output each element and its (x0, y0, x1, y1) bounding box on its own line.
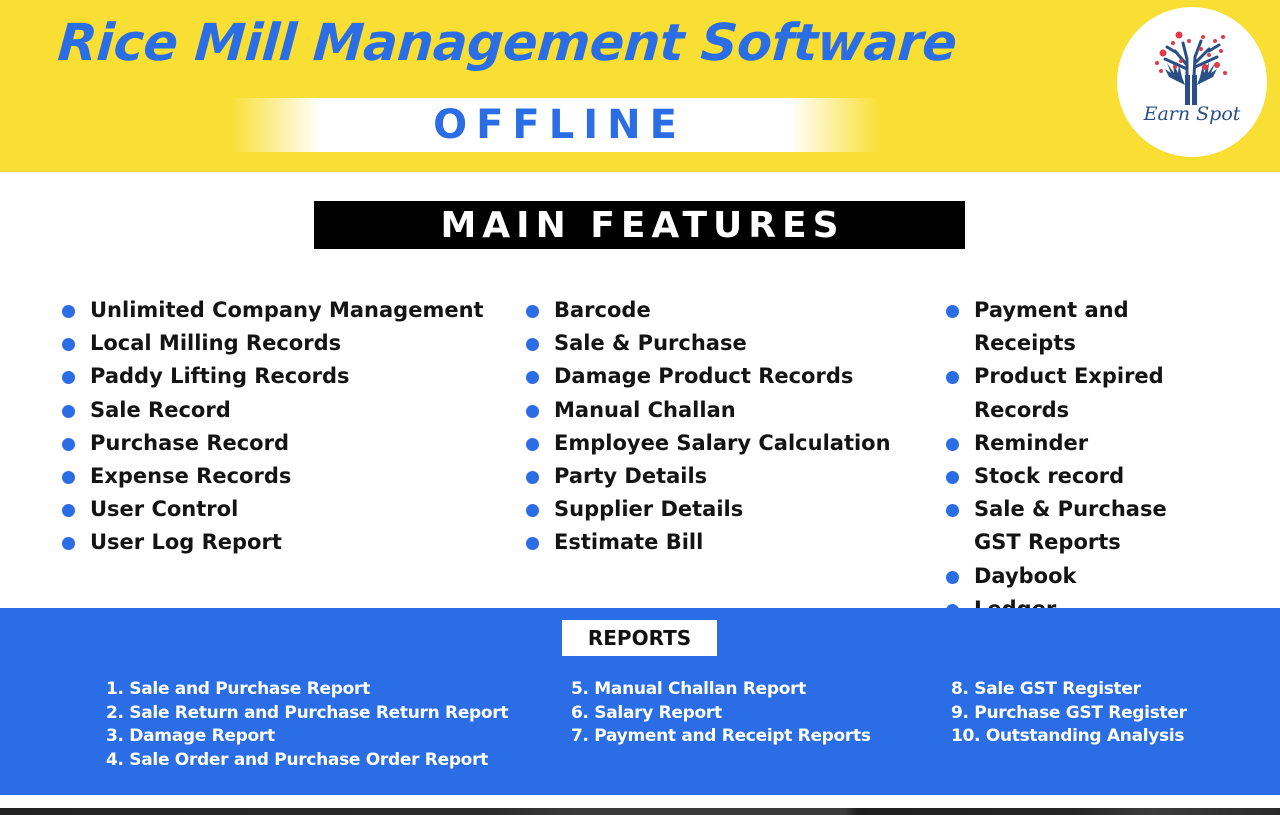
reports-column-1: 1. Sale and Purchase Report 2. Sale Retu… (106, 678, 509, 772)
bullet-icon (62, 504, 75, 518)
reports-column-2: 5. Manual Challan Report 6. Salary Repor… (571, 678, 871, 749)
report-item: 8. Sale GST Register (951, 679, 1141, 699)
bullet-icon (946, 305, 959, 318)
report-item: 1. Sale and Purchase Report (106, 679, 370, 699)
bullet-icon (62, 537, 75, 551)
feature-item: Party Details (524, 460, 891, 493)
feature-item: Daybook (944, 560, 1184, 593)
feature-item: Unlimited Company Management (60, 294, 484, 327)
feature-item: Damage Product Records (524, 360, 891, 393)
main-features-heading: MAIN FEATURES (314, 201, 965, 249)
bullet-icon (946, 504, 959, 518)
feature-item: Payment and Receipts (944, 294, 1184, 360)
bullet-icon (946, 437, 959, 451)
bullet-icon (62, 338, 75, 352)
bullet-icon (526, 305, 539, 318)
report-item: 2. Sale Return and Purchase Return Repor… (106, 702, 509, 723)
bullet-icon (526, 504, 539, 518)
header-banner: Rice Mill Management Software OFFLINE Ea… (0, 0, 1280, 172)
bullet-icon (526, 404, 539, 418)
offline-label: OFFLINE (433, 102, 686, 148)
bottom-edge-strip (0, 808, 1280, 815)
feature-item: Paddy Lifting Records (60, 360, 484, 393)
earn-spot-logo: Earn Spot (1117, 7, 1267, 157)
bullet-icon (946, 471, 959, 485)
feature-item: Employee Salary Calculation (524, 427, 891, 460)
feature-item: Stock record (944, 460, 1184, 493)
feature-item: Expense Records (60, 460, 484, 493)
bullet-icon (946, 371, 959, 385)
bullet-icon (526, 437, 539, 451)
features-column-1: Unlimited Company Management Local Milli… (60, 294, 484, 560)
bullet-icon (526, 371, 539, 385)
reports-column-3: 8. Sale GST Register 9. Purchase GST Reg… (951, 678, 1187, 749)
feature-item: Supplier Details (524, 493, 891, 526)
feature-item: User Log Report (60, 526, 484, 559)
feature-item: Sale & Purchase (524, 327, 891, 360)
offline-banner: OFFLINE (230, 98, 880, 152)
logo-text: Earn Spot (1143, 103, 1241, 125)
feature-item: Purchase Record (60, 427, 484, 460)
feature-item: Sale & Purchase GST Reports (944, 493, 1184, 559)
features-column-3: Payment and Receipts Product Expired Rec… (944, 294, 1244, 626)
report-item: 10. Outstanding Analysis (951, 726, 1185, 747)
bullet-icon (526, 338, 539, 352)
report-item: 5. Manual Challan Report (571, 679, 806, 699)
report-item: 7. Payment and Receipt Reports (571, 726, 871, 747)
feature-item: Manual Challan (524, 394, 891, 427)
report-item: 9. Purchase GST Register (951, 702, 1187, 723)
feature-item: User Control (60, 493, 484, 526)
main-features-title: MAIN FEATURES (440, 204, 845, 246)
feature-item: Estimate Bill (524, 526, 891, 559)
bullet-icon (946, 570, 959, 584)
bullet-icon (62, 471, 75, 485)
bullet-icon (526, 537, 539, 551)
report-item: 6. Salary Report (571, 702, 722, 723)
bullet-icon (62, 371, 75, 385)
report-item: 4. Sale Order and Purchase Order Report (106, 749, 488, 770)
feature-item: Reminder (944, 427, 1184, 460)
bullet-icon (62, 437, 75, 451)
tree-hands-logo-icon (1155, 31, 1227, 105)
feature-item: Local Milling Records (60, 327, 484, 360)
reports-title: REPORTS (587, 626, 692, 650)
feature-item: Barcode (524, 294, 891, 327)
feature-item: Product Expired Records (944, 360, 1184, 426)
reports-heading: REPORTS (562, 620, 717, 656)
bullet-icon (62, 305, 75, 318)
page-title: Rice Mill Management Software (55, 14, 959, 73)
bullet-icon (62, 404, 75, 418)
features-column-2: Barcode Sale & Purchase Damage Product R… (524, 294, 891, 560)
bullet-icon (526, 471, 539, 485)
report-item: 3. Damage Report (106, 726, 275, 747)
feature-item: Sale Record (60, 394, 484, 427)
